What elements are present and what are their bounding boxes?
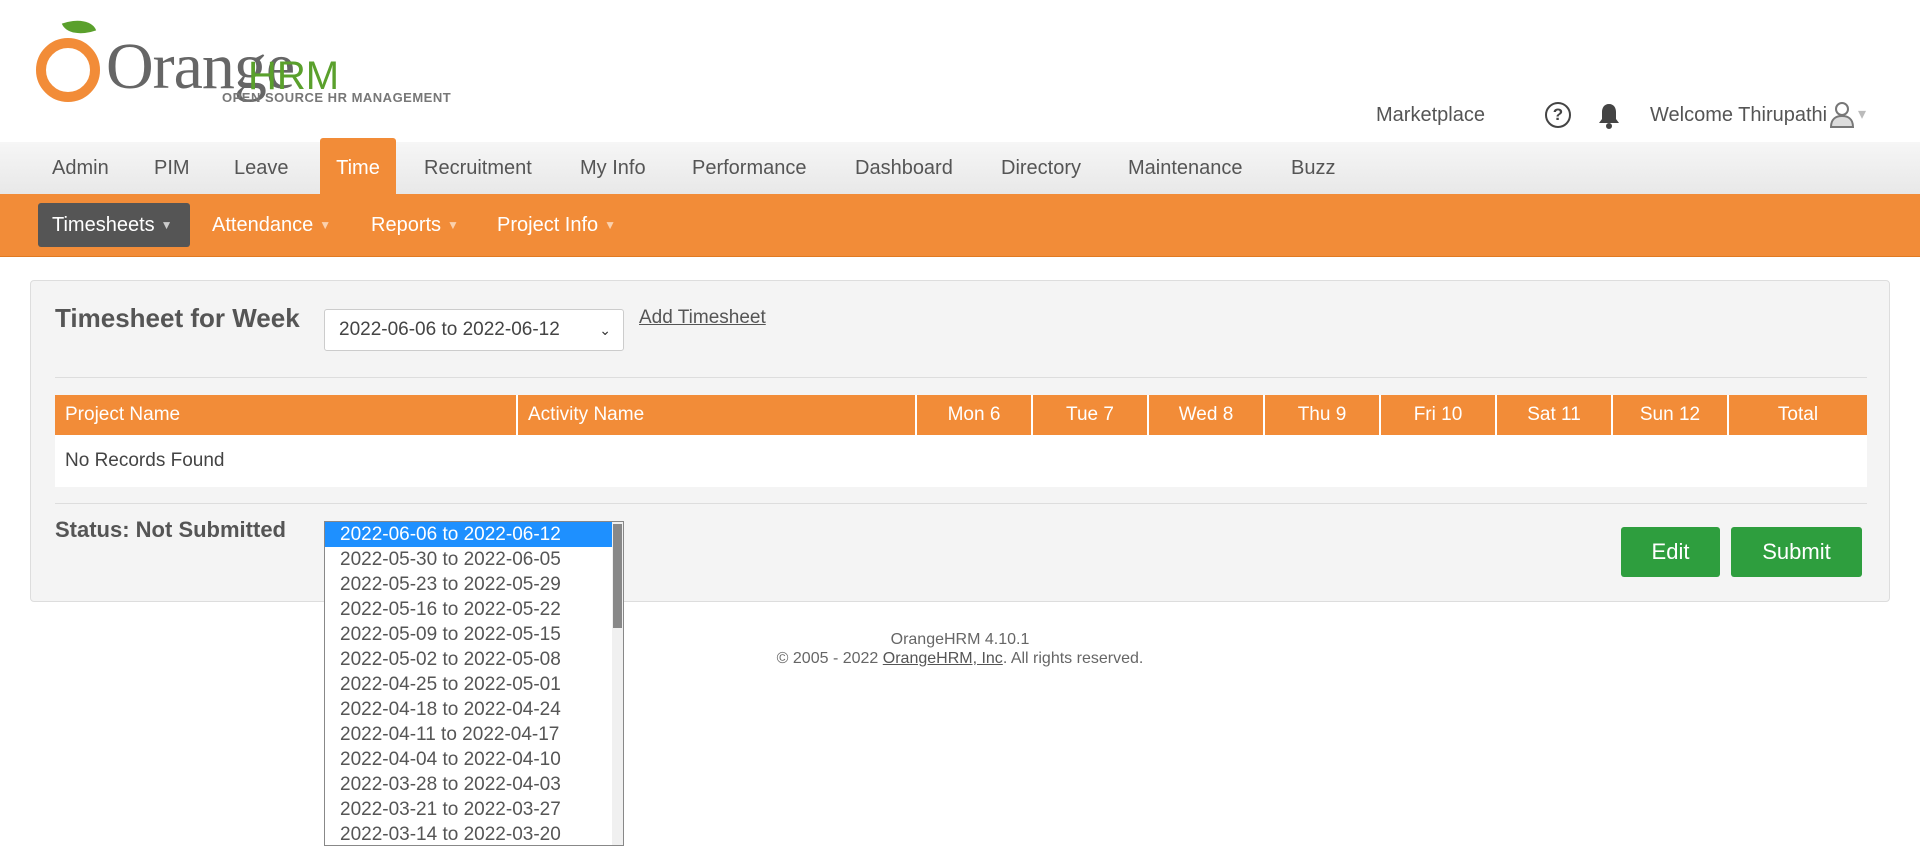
submenu-project-info-label: Project Info [497, 214, 599, 236]
add-timesheet-link[interactable]: Add Timesheet [639, 307, 766, 329]
divider [55, 377, 1867, 378]
submenu-reports[interactable]: Reports ▼ [371, 203, 459, 247]
timesheet-table: Project Name Activity Name Mon 6 Tue 7 W… [55, 395, 1867, 487]
caret-down-icon: ▼ [604, 218, 617, 232]
chevron-down-icon[interactable]: ▾ [1858, 104, 1866, 124]
submenu-timesheets[interactable]: Timesheets ▼ [38, 203, 190, 247]
notification-bell-icon[interactable] [1596, 102, 1622, 130]
menu-directory[interactable]: Directory [1001, 142, 1081, 194]
menu-maintenance[interactable]: Maintenance [1128, 142, 1243, 194]
week-option[interactable]: 2022-04-25 to 2022-05-01 [325, 672, 613, 697]
week-option[interactable]: 2022-03-14 to 2022-03-20 [325, 822, 613, 845]
main-menu: Admin PIM Leave Time Recruitment My Info… [0, 138, 1920, 194]
chevron-down-icon: ⌄ [599, 322, 611, 338]
submenu-attendance-label: Attendance [212, 214, 314, 236]
column-header-fri: Fri 10 [1381, 395, 1497, 435]
menu-admin[interactable]: Admin [52, 142, 109, 194]
week-option[interactable]: 2022-03-21 to 2022-03-27 [325, 797, 613, 822]
user-avatar-icon[interactable] [1829, 100, 1855, 128]
week-option[interactable]: 2022-04-11 to 2022-04-17 [325, 722, 613, 747]
menu-pim[interactable]: PIM [154, 142, 190, 194]
copyright-prefix: © 2005 - 2022 [776, 650, 883, 667]
logo-subtitle: OPEN SOURCE HR MANAGEMENT [222, 90, 452, 105]
menu-my-info[interactable]: My Info [580, 142, 646, 194]
submenu-attendance[interactable]: Attendance ▼ [212, 203, 331, 247]
header: Orange HRM OPEN SOURCE HR MANAGEMENT Mar… [0, 0, 1920, 142]
menu-leave[interactable]: Leave [234, 142, 289, 194]
sub-menu: Timesheets ▼ Attendance ▼ Reports ▼ Project… [0, 194, 1920, 257]
orangehrm-logo[interactable]: Orange HRM OPEN SOURCE HR MANAGEMENT [36, 13, 466, 108]
week-option[interactable]: 2022-03-28 to 2022-04-03 [325, 772, 613, 797]
week-option[interactable]: 2022-05-30 to 2022-06-05 [325, 547, 613, 572]
footer-version: OrangeHRM 4.10.1 [890, 631, 1030, 648]
submenu-project-info[interactable]: Project Info ▼ [497, 203, 616, 247]
week-option[interactable]: 2022-04-18 to 2022-04-24 [325, 697, 613, 722]
edit-button[interactable]: Edit [1621, 527, 1720, 577]
column-header-sat: Sat 11 [1497, 395, 1613, 435]
table-header: Project Name Activity Name Mon 6 Tue 7 W… [55, 395, 1867, 435]
orangehrm-company-link[interactable]: OrangeHRM, Inc [883, 650, 1003, 667]
caret-down-icon: ▼ [447, 218, 459, 232]
empty-table-message: No Records Found [55, 435, 1867, 487]
week-option[interactable]: 2022-05-02 to 2022-05-08 [325, 647, 613, 672]
scrollbar-thumb[interactable] [613, 524, 622, 628]
menu-performance[interactable]: Performance [692, 142, 807, 194]
column-header-total: Total [1729, 395, 1867, 435]
week-option[interactable]: 2022-05-09 to 2022-05-15 [325, 622, 613, 647]
week-option[interactable]: 2022-05-23 to 2022-05-29 [325, 572, 613, 597]
footer-copyright: © 2005 - 2022 OrangeHRM, Inc. All rights… [0, 649, 1920, 668]
week-select-value: 2022-06-06 to 2022-06-12 [339, 319, 560, 340]
week-option[interactable]: 2022-05-16 to 2022-05-22 [325, 597, 613, 622]
column-header-sun: Sun 12 [1613, 395, 1729, 435]
dropdown-scrollbar[interactable] [612, 522, 623, 845]
timesheet-status: Status: Not Submitted [55, 517, 286, 542]
footer: OrangeHRM 4.10.1 © 2005 - 2022 OrangeHRM… [0, 630, 1920, 668]
caret-down-icon: ▼ [319, 218, 332, 232]
week-option[interactable]: 2022-06-06 to 2022-06-12 [325, 522, 613, 547]
page-title: Timesheet for Week [55, 303, 300, 333]
leaf-icon [61, 13, 97, 41]
column-header-activity: Activity Name [518, 395, 917, 435]
column-header-tue: Tue 7 [1033, 395, 1149, 435]
divider [55, 503, 1867, 504]
column-header-wed: Wed 8 [1149, 395, 1265, 435]
menu-dashboard[interactable]: Dashboard [855, 142, 953, 194]
copyright-suffix: . All rights reserved. [1002, 650, 1144, 667]
submenu-timesheets-label: Timesheets [52, 214, 155, 236]
column-header-project: Project Name [55, 395, 518, 435]
column-header-mon: Mon 6 [917, 395, 1033, 435]
submenu-reports-label: Reports [371, 214, 442, 236]
week-dropdown-list[interactable]: 2022-06-06 to 2022-06-12 2022-05-30 to 2… [324, 521, 624, 846]
week-select[interactable]: 2022-06-06 to 2022-06-12 ⌄ [324, 309, 624, 351]
column-header-thu: Thu 9 [1265, 395, 1381, 435]
menu-time[interactable]: Time [320, 138, 396, 194]
help-icon[interactable]: ? [1545, 102, 1571, 128]
caret-down-icon: ▼ [160, 218, 173, 232]
welcome-user-menu[interactable]: Welcome Thirupathi [1650, 100, 1827, 130]
timesheet-panel: Timesheet for Week 2022-06-06 to 2022-06… [30, 280, 1890, 602]
week-option[interactable]: 2022-04-04 to 2022-04-10 [325, 747, 613, 772]
menu-buzz[interactable]: Buzz [1291, 142, 1335, 194]
menu-recruitment[interactable]: Recruitment [424, 142, 532, 194]
submit-button[interactable]: Submit [1731, 527, 1862, 577]
marketplace-link[interactable]: Marketplace [1376, 100, 1485, 130]
logo-orange-o [36, 38, 100, 102]
